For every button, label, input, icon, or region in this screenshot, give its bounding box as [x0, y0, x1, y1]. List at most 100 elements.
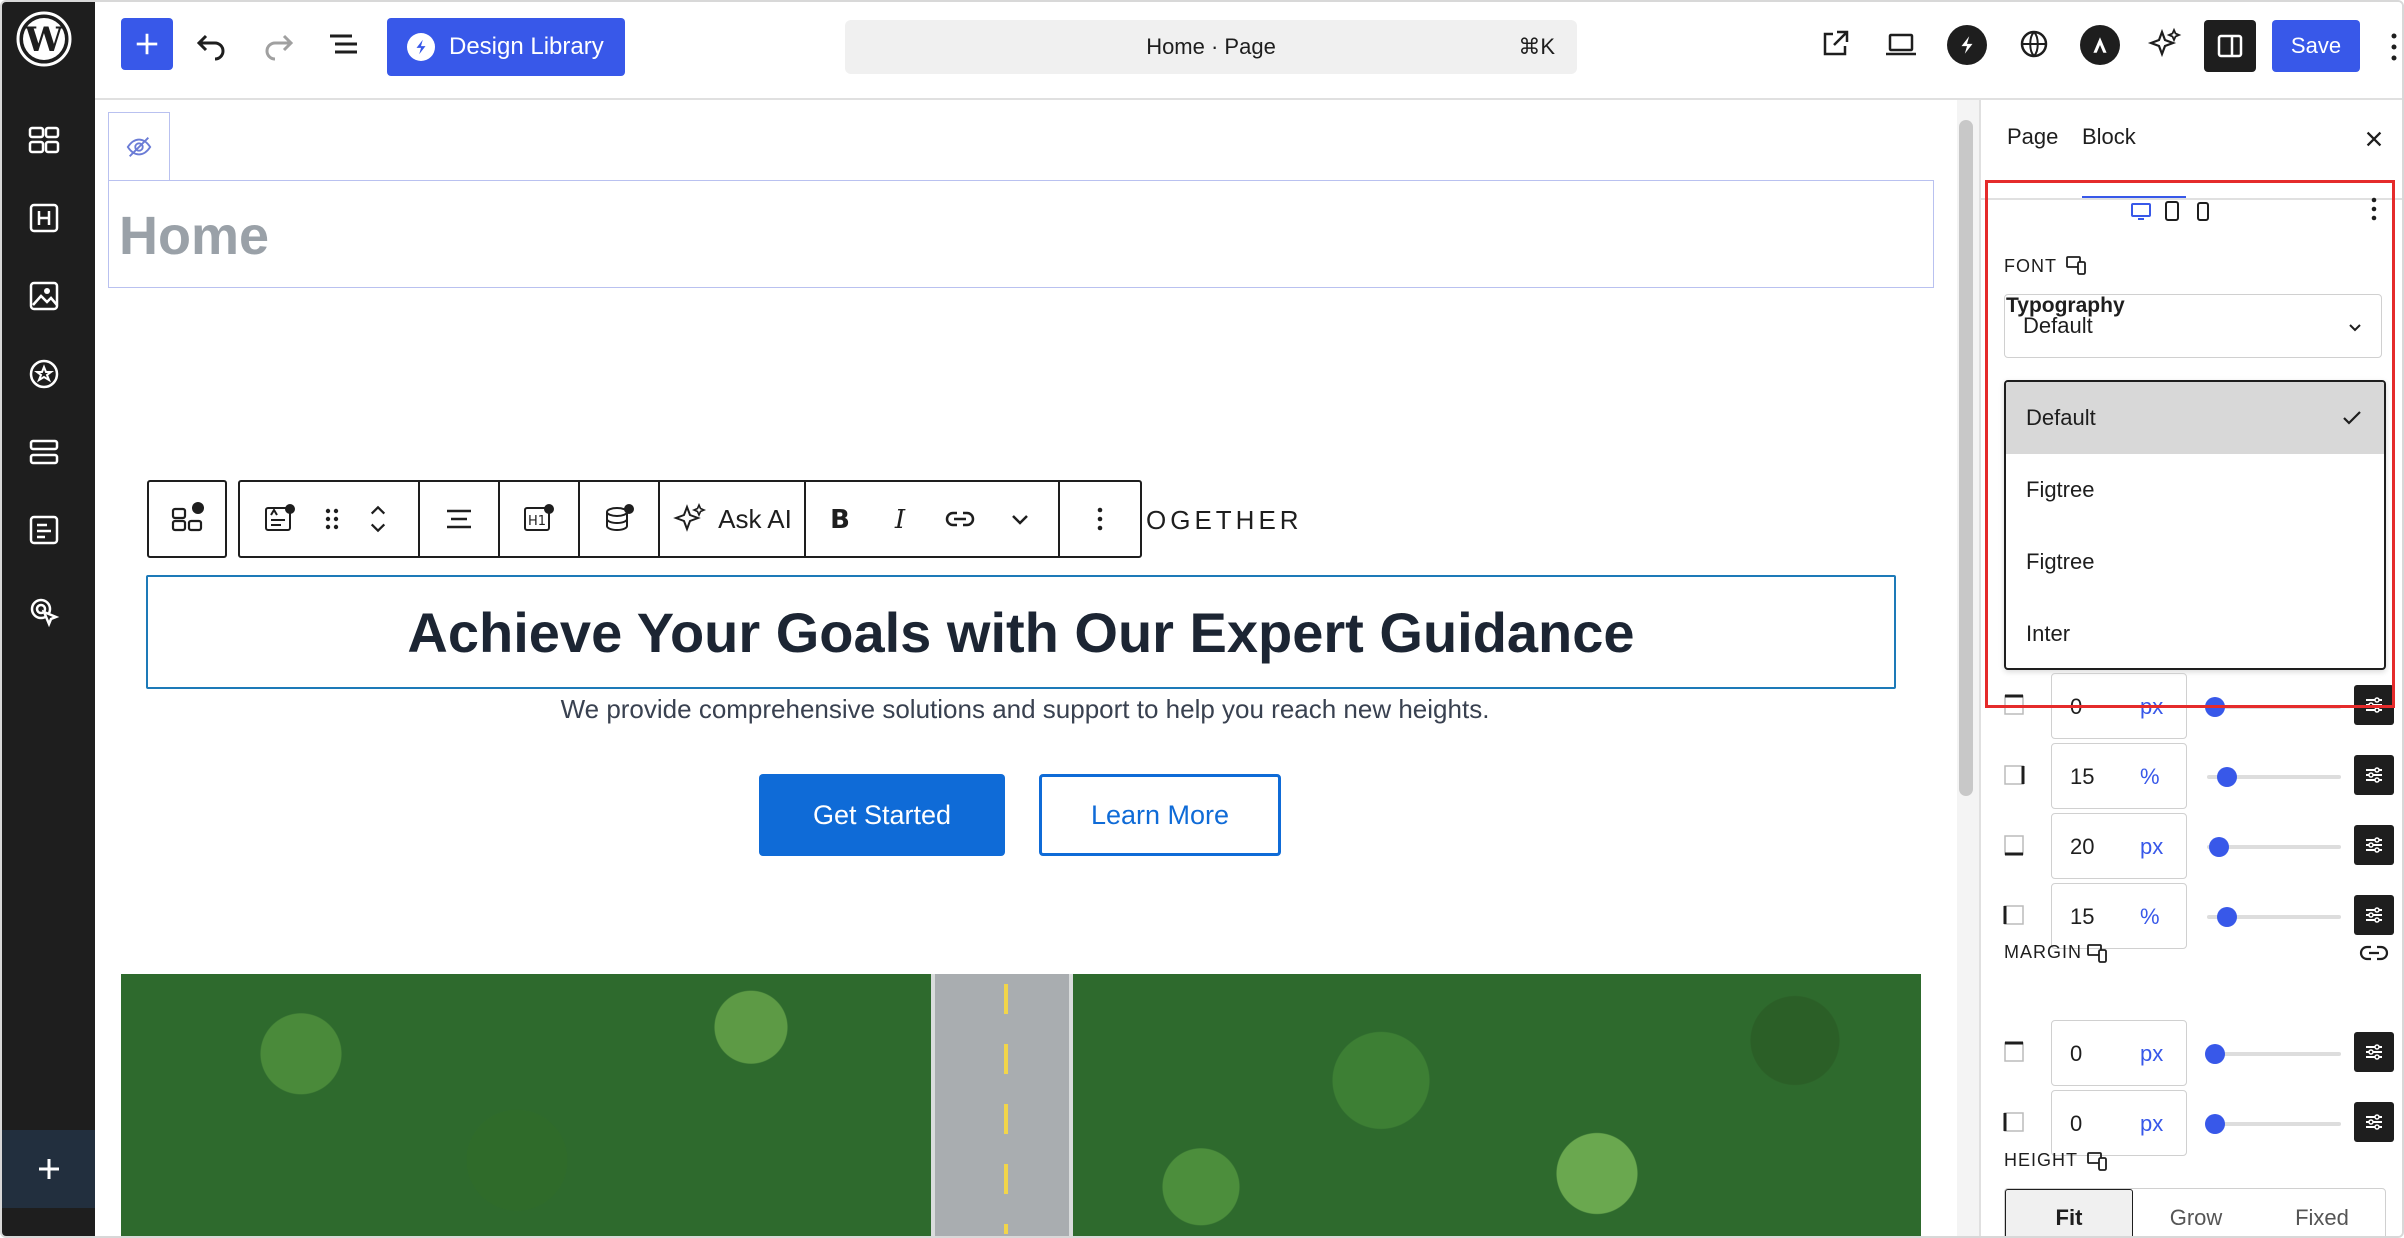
padding-input[interactable]: 0 px: [2051, 673, 2187, 739]
save-button[interactable]: Save: [2272, 20, 2360, 72]
font-option-inter[interactable]: Inter: [2006, 598, 2384, 668]
unit-selector[interactable]: %: [2140, 904, 2160, 930]
command-palette-trigger[interactable]: Home · Page ⌘K: [845, 20, 1577, 74]
select-parent-block-button[interactable]: [147, 480, 227, 558]
slider-thumb[interactable]: [2205, 1044, 2225, 1064]
padding-input[interactable]: 15 %: [2051, 743, 2187, 809]
bold-button[interactable]: B: [810, 482, 870, 556]
drag-handle[interactable]: [312, 482, 352, 556]
unit-selector[interactable]: px: [2140, 1111, 2163, 1137]
form-icon[interactable]: [24, 510, 64, 550]
unit-selector[interactable]: %: [2140, 764, 2160, 790]
admin-sidebar: W: [2, 2, 95, 1236]
link-sides-button[interactable]: [2359, 940, 2389, 966]
astra-button[interactable]: [2080, 25, 2120, 65]
margin-slider[interactable]: [2205, 1044, 2341, 1064]
heading-block[interactable]: Achieve Your Goals with Our Expert Guida…: [146, 575, 1896, 689]
media-icon[interactable]: [24, 276, 64, 316]
view-page-button[interactable]: [1813, 22, 1857, 66]
block-type-button[interactable]: [240, 482, 320, 556]
dynamic-content-button[interactable]: [580, 482, 658, 556]
page-title-block[interactable]: Home: [108, 180, 1934, 288]
options-menu-icon[interactable]: [2390, 30, 2398, 64]
heading-level-button[interactable]: H1: [500, 482, 578, 556]
custom-value-button[interactable]: [2354, 895, 2394, 935]
unit-selector[interactable]: px: [2140, 1041, 2163, 1067]
hero-subtext[interactable]: We provide comprehensive solutions and s…: [95, 694, 1955, 725]
star-badge-icon[interactable]: [24, 354, 64, 394]
add-block-sidebar-button[interactable]: [2, 1130, 95, 1208]
height-option-fixed[interactable]: Fixed: [2259, 1189, 2385, 1236]
desktop-device-icon[interactable]: [2130, 200, 2152, 222]
hide-title-toggle[interactable]: [108, 112, 170, 180]
padding-input[interactable]: 20 px: [2051, 813, 2187, 879]
italic-button[interactable]: I: [870, 482, 930, 556]
padding-input[interactable]: 15 %: [2051, 883, 2187, 949]
padding-slider[interactable]: [2205, 697, 2341, 717]
responsive-toggle-icon[interactable]: [2086, 942, 2108, 964]
font-option-label: Figtree: [2026, 477, 2095, 502]
margin-input[interactable]: 0 px: [2051, 1020, 2187, 1086]
slider-thumb[interactable]: [2217, 907, 2237, 927]
padding-slider[interactable]: [2207, 907, 2341, 927]
move-up-down-buttons[interactable]: [356, 482, 400, 556]
get-started-button[interactable]: Get Started: [759, 774, 1005, 856]
stackable-button[interactable]: [1947, 25, 1987, 65]
font-dropdown-list: Default Figtree Figtree Inter: [2004, 380, 2386, 670]
design-library-button[interactable]: Design Library: [387, 18, 625, 76]
padding-slider[interactable]: [2207, 837, 2341, 857]
margin-top-row: 0 px: [1979, 1020, 2402, 1090]
layout-rows-icon[interactable]: [24, 432, 64, 472]
font-option-figtree-2[interactable]: Figtree: [2006, 526, 2384, 598]
unit-selector[interactable]: px: [2140, 834, 2163, 860]
hero-image[interactable]: [121, 974, 1921, 1236]
eyebrow-text[interactable]: OGETHER: [1146, 505, 1303, 536]
unit-selector[interactable]: px: [2140, 694, 2163, 720]
ask-ai-button[interactable]: Ask AI: [660, 482, 804, 556]
hero-heading[interactable]: Achieve Your Goals with Our Expert Guida…: [407, 600, 1634, 665]
align-button[interactable]: [420, 482, 498, 556]
slider-thumb[interactable]: [2205, 1114, 2225, 1134]
ai-assistant-button[interactable]: [2143, 22, 2187, 66]
canvas-scrollbar-thumb[interactable]: [1959, 120, 1973, 796]
font-option-figtree[interactable]: Figtree: [2006, 454, 2384, 526]
wordpress-logo-icon[interactable]: W: [13, 8, 75, 70]
padding-slider[interactable]: [2207, 767, 2341, 787]
responsive-toggle-icon[interactable]: [2086, 1150, 2108, 1172]
link-button[interactable]: [930, 482, 990, 556]
custom-value-button[interactable]: [2354, 755, 2394, 795]
block-options-button[interactable]: [1060, 482, 1140, 556]
typography-options-button[interactable]: [2362, 194, 2386, 224]
patterns-icon[interactable]: [24, 120, 64, 160]
margin-input[interactable]: 0 px: [2051, 1090, 2187, 1156]
font-family-select[interactable]: Default: [2004, 294, 2382, 358]
document-overview-button[interactable]: [322, 22, 366, 66]
responsive-toggle-icon[interactable]: [2065, 254, 2087, 276]
page-title[interactable]: Home: [119, 205, 269, 267]
custom-value-button[interactable]: [2354, 825, 2394, 865]
mobile-device-icon[interactable]: [2192, 200, 2214, 222]
block-inserter-button[interactable]: [121, 18, 173, 70]
height-option-fit[interactable]: Fit: [2005, 1189, 2133, 1236]
road-image-detail: [931, 974, 1073, 1236]
globe-settings-button[interactable]: [2012, 22, 2056, 66]
custom-value-button[interactable]: [2354, 1032, 2394, 1072]
margin-slider[interactable]: [2205, 1114, 2341, 1134]
slider-thumb[interactable]: [2217, 767, 2237, 787]
custom-value-button[interactable]: [2354, 1102, 2394, 1142]
more-formatting-button[interactable]: [990, 482, 1050, 556]
settings-sidebar-toggle[interactable]: [2204, 20, 2256, 72]
heading-icon[interactable]: [24, 198, 64, 238]
interactions-icon[interactable]: [24, 592, 64, 632]
learn-more-button[interactable]: Learn More: [1039, 774, 1281, 856]
block-toolbar: H1 Ask AI B I: [238, 480, 1142, 558]
slider-thumb[interactable]: [2205, 697, 2225, 717]
redo-button[interactable]: [256, 22, 300, 66]
undo-button[interactable]: [190, 22, 234, 66]
device-preview-button[interactable]: [1879, 22, 1923, 66]
custom-value-button[interactable]: [2354, 685, 2394, 725]
height-option-grow[interactable]: Grow: [2133, 1189, 2259, 1236]
slider-thumb[interactable]: [2209, 837, 2229, 857]
font-option-default[interactable]: Default: [2006, 382, 2384, 454]
tablet-device-icon[interactable]: [2161, 200, 2183, 222]
